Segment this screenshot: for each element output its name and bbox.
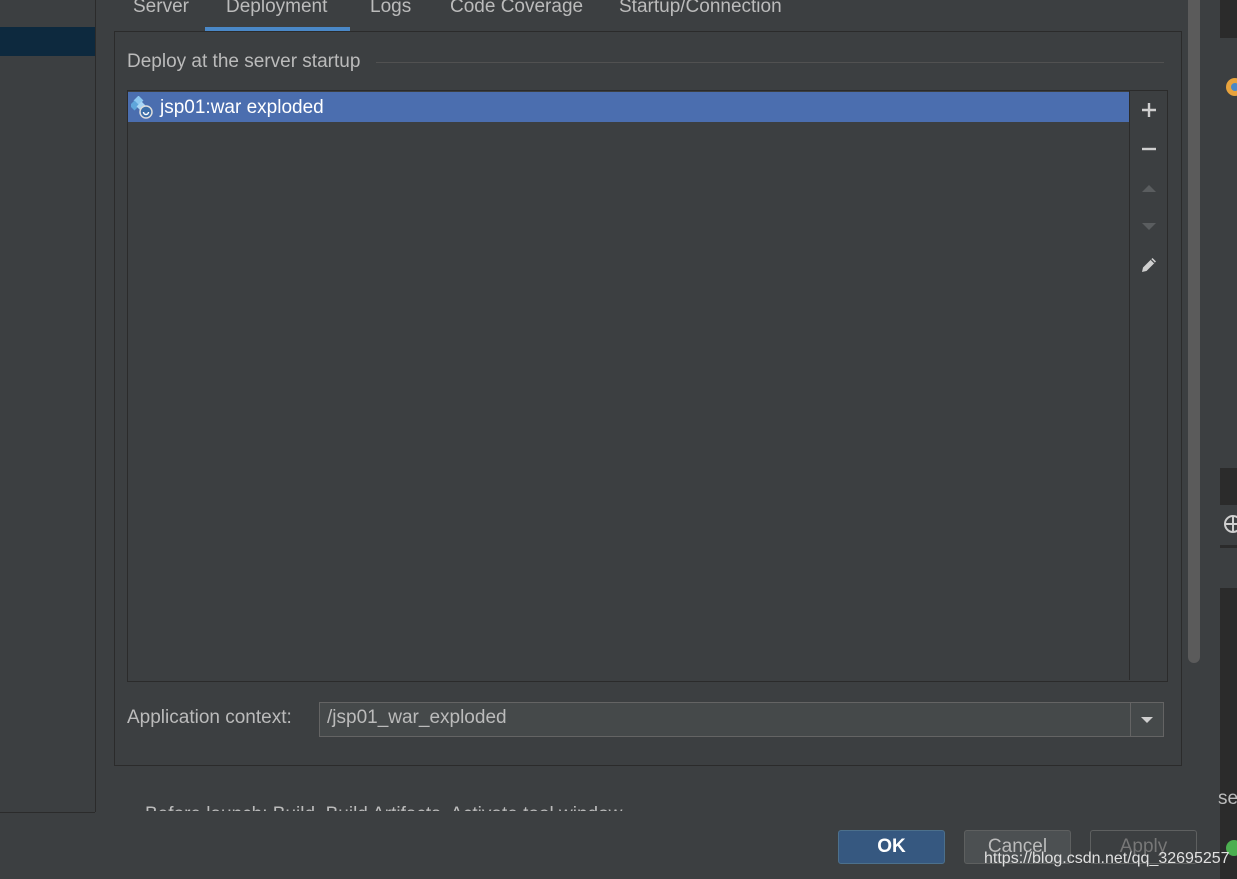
artifact-exploded-icon xyxy=(129,95,155,120)
divider xyxy=(0,812,95,813)
list-toolbar-divider xyxy=(1129,91,1130,680)
background-toolbar xyxy=(1220,548,1237,588)
edit-icon xyxy=(1142,258,1156,272)
target-icon xyxy=(1222,513,1237,541)
deployment-list[interactable] xyxy=(127,90,1168,682)
move-down-button[interactable] xyxy=(1136,213,1162,239)
remove-button[interactable] xyxy=(1136,136,1162,162)
application-context-label: Application context: xyxy=(127,707,292,728)
settings-tree-panel xyxy=(0,0,96,812)
edit-button[interactable] xyxy=(1136,252,1162,278)
tab-server[interactable]: Server xyxy=(133,0,189,25)
add-button[interactable] xyxy=(1136,97,1162,123)
tree-selected-item[interactable] xyxy=(0,27,95,56)
tab-deployment[interactable]: Deployment xyxy=(226,0,327,25)
move-up-icon xyxy=(1142,185,1156,192)
move-up-button[interactable] xyxy=(1136,175,1162,201)
tab-logs[interactable]: Logs xyxy=(370,0,411,25)
before-launch-label: Before launch: Build, Build Artifacts, A… xyxy=(145,796,625,811)
chevron-down-icon xyxy=(1141,716,1153,723)
section-title: Deploy at the server startup xyxy=(127,51,361,72)
ok-button[interactable]: OK xyxy=(838,830,945,864)
tab-code-coverage[interactable]: Code Coverage xyxy=(450,0,583,25)
add-icon xyxy=(1142,103,1156,117)
background-text: se xyxy=(1218,788,1237,809)
move-down-icon xyxy=(1142,223,1156,230)
section-separator xyxy=(376,62,1164,63)
chrome-icon xyxy=(1222,74,1237,106)
remove-icon xyxy=(1142,147,1156,151)
list-item-label: jsp01:war exploded xyxy=(160,97,324,118)
application-context-value[interactable]: /jsp01_war_exploded xyxy=(327,707,507,729)
watermark: https://blog.csdn.net/qq_32695257 xyxy=(984,850,1230,867)
vertical-scrollbar[interactable] xyxy=(1188,0,1200,663)
application-context-dropdown-button[interactable] xyxy=(1130,702,1164,737)
tab-startup-connection[interactable]: Startup/Connection xyxy=(619,0,782,25)
